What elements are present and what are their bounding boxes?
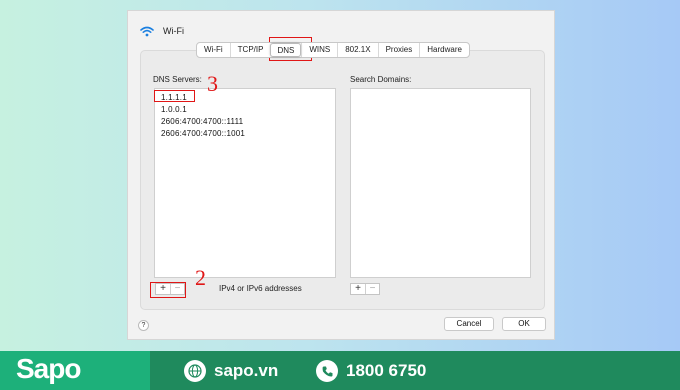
globe-icon xyxy=(184,360,206,382)
tab-802-1x[interactable]: 802.1X xyxy=(337,43,377,57)
website-link[interactable]: sapo.vn xyxy=(214,361,278,381)
tab-dns[interactable]: DNS xyxy=(270,43,302,57)
search-domains-list[interactable] xyxy=(350,88,531,278)
window-header: Wi-Fi xyxy=(140,19,184,43)
dns-hint: IPv4 or IPv6 addresses xyxy=(219,284,302,293)
phone-icon xyxy=(316,360,338,382)
wifi-icon xyxy=(140,26,154,37)
tab-wifi[interactable]: Wi-Fi xyxy=(197,43,230,57)
tab-hardware[interactable]: Hardware xyxy=(419,43,469,57)
cancel-button[interactable]: Cancel xyxy=(444,317,494,331)
tab-bar: Wi-Fi TCP/IP DNS WINS 802.1X Proxies Har… xyxy=(196,42,470,58)
remove-search-domain-button[interactable]: − xyxy=(365,284,379,294)
phone-number[interactable]: 1800 6750 xyxy=(346,361,426,381)
dns-entry[interactable]: 1.0.0.1 xyxy=(161,105,187,114)
search-domains-label: Search Domains: xyxy=(350,75,412,84)
dns-servers-label: DNS Servers: xyxy=(153,75,202,84)
dns-entry[interactable]: 2606:4700:4700::1111 xyxy=(161,117,243,126)
footer-banner: Sapo sapo.vn 1800 6750 xyxy=(0,351,680,390)
search-add-remove-control: + − xyxy=(350,283,380,295)
ok-button[interactable]: OK xyxy=(502,317,546,331)
window-title: Wi-Fi xyxy=(163,26,184,36)
sapo-logo: Sapo xyxy=(16,353,81,384)
tab-wins[interactable]: WINS xyxy=(301,43,337,57)
dns-entry[interactable]: 2606:4700:4700::1001 xyxy=(161,129,245,138)
help-button[interactable]: ? xyxy=(138,320,149,331)
tab-proxies[interactable]: Proxies xyxy=(377,43,420,57)
tab-tcp-ip[interactable]: TCP/IP xyxy=(229,43,271,57)
dns-servers-list[interactable]: 1.1.1.1 1.0.0.1 2606:4700:4700::1111 260… xyxy=(154,88,336,278)
phone-contact[interactable]: 1800 6750 xyxy=(316,360,426,382)
dns-entry-highlight xyxy=(154,90,195,102)
add-button-highlight xyxy=(150,282,186,298)
network-settings-window: Wi-Fi DNS Servers: Search Domains: 1.1.1… xyxy=(127,10,555,340)
annotation-number-3: 3 xyxy=(207,71,218,96)
website-contact[interactable]: sapo.vn xyxy=(184,360,278,382)
add-search-domain-button[interactable]: + xyxy=(351,284,365,294)
annotation-number-2: 2 xyxy=(195,265,206,290)
